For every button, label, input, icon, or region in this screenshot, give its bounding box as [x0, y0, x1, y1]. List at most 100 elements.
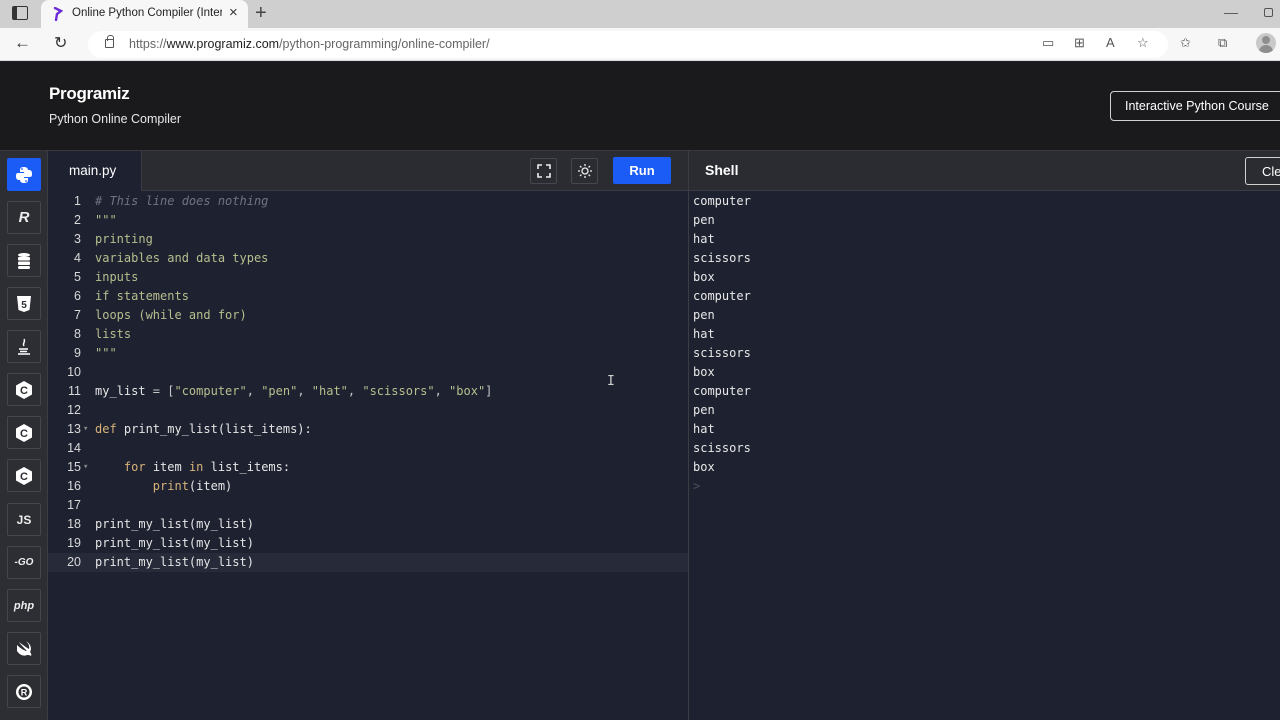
code-line[interactable]: 5 inputs	[48, 268, 688, 287]
lang-rust-button[interactable]: R	[7, 675, 41, 708]
lang-python-button[interactable]	[7, 158, 41, 191]
lock-icon[interactable]	[105, 35, 114, 48]
collections-icon[interactable]: ⧉	[1218, 35, 1227, 51]
run-button[interactable]: Run	[613, 157, 671, 184]
line-number: 19	[67, 536, 81, 550]
lang-c-button[interactable]: C	[7, 373, 41, 406]
js-icon: JS	[16, 512, 32, 527]
code-token-string: "pen"	[261, 384, 298, 398]
line-number: 13	[67, 422, 81, 436]
shell-output[interactable]: computer pen hat scissors box computer pen hat s…	[688, 191, 1280, 720]
code-line[interactable]: 2 """	[48, 211, 688, 230]
maximize-icon[interactable]	[1264, 8, 1273, 17]
code-line[interactable]: 16 print(item)	[48, 477, 688, 496]
lang-java-button[interactable]	[7, 330, 41, 363]
fold-toggle-icon[interactable]: ▾	[83, 420, 88, 439]
tab-actions-icon[interactable]	[12, 6, 28, 20]
code-line[interactable]: 14	[48, 439, 688, 458]
add-favorite-icon[interactable]: ☆	[1137, 35, 1149, 51]
device-icon[interactable]: ▭	[1042, 35, 1054, 51]
line-number: 2	[74, 213, 81, 227]
code-token-op: ,	[246, 384, 262, 398]
code-line[interactable]: 11 my_list = ["computer", "pen", "hat", "…	[48, 382, 688, 401]
code-token-string: "hat"	[311, 384, 348, 398]
code-token-string: loops (while and for)	[95, 308, 247, 322]
code-line[interactable]: 12	[48, 401, 688, 420]
code-line[interactable]: 7 loops (while and for)	[48, 306, 688, 325]
code-text: for item in list_items:	[95, 458, 290, 477]
output-line: hat	[693, 422, 715, 436]
code-line[interactable]: 17	[48, 496, 688, 515]
cpp-icon: C	[16, 423, 32, 442]
code-token-string: variables and data types	[95, 251, 269, 265]
address-bar: ← ↻ https://www.programiz.com/python-pro…	[0, 28, 1280, 61]
profile-avatar[interactable]	[1256, 33, 1276, 53]
tab-close-icon[interactable]: ×	[229, 4, 238, 21]
code-line[interactable]: 1 # This line does nothing	[48, 192, 688, 211]
code-token-keyword: in	[188, 460, 211, 474]
output-line: hat	[693, 232, 715, 246]
code-token-plain: print_my_list(my_list)	[95, 555, 254, 569]
rust-icon: R	[16, 683, 32, 700]
code-line[interactable]: 6 if statements	[48, 287, 688, 306]
code-token-op: = [	[152, 384, 175, 398]
lang-swift-button[interactable]	[7, 632, 41, 665]
code-line[interactable]: 8 lists	[48, 325, 688, 344]
code-token-plain: (item)	[188, 479, 233, 493]
code-line[interactable]: 9 """	[48, 344, 688, 363]
code-line[interactable]: 19 print_my_list(my_list)	[48, 534, 688, 553]
back-icon[interactable]: ←	[14, 33, 31, 53]
code-text: def print_my_list(list_items):	[95, 420, 312, 439]
reload-icon[interactable]: ↻	[54, 33, 67, 53]
line-number: 12	[67, 403, 81, 417]
output-line: scissors	[693, 346, 751, 360]
lang-html-button[interactable]: 5	[7, 287, 41, 320]
browser-tab[interactable]: Online Python Compiler (Interpreter) ×	[41, 0, 248, 28]
code-line[interactable]: 10	[48, 363, 688, 382]
theme-toggle-button[interactable]	[571, 158, 598, 184]
lang-cpp-button[interactable]: C	[7, 416, 41, 449]
programiz-logo[interactable]: Programiz	[49, 84, 130, 104]
svg-text:R: R	[21, 687, 28, 697]
line-number: 16	[67, 479, 81, 493]
new-tab-icon[interactable]: +	[255, 2, 267, 25]
read-aloud-icon[interactable]: A	[1106, 35, 1115, 50]
output-line: scissors	[693, 441, 751, 455]
code-line[interactable]: 20 print_my_list(my_list)	[48, 553, 688, 572]
interactive-course-button[interactable]: Interactive Python Course	[1110, 91, 1280, 121]
code-line[interactable]: 18 print_my_list(my_list)	[48, 515, 688, 534]
fullscreen-button[interactable]	[530, 158, 557, 184]
programiz-favicon-icon	[53, 7, 63, 21]
code-token-op: ,	[347, 384, 363, 398]
html5-icon: 5	[17, 295, 31, 312]
clear-button[interactable]: Clear	[1245, 157, 1280, 185]
code-line[interactable]: 3 printing	[48, 230, 688, 249]
lang-r-button[interactable]: R	[7, 201, 41, 234]
lang-php-button[interactable]: php	[7, 589, 41, 622]
favorites-icon[interactable]: ✩	[1180, 35, 1191, 51]
code-line[interactable]: 13 ▾ def print_my_list(list_items):	[48, 420, 688, 439]
code-text: print_my_list(my_list)	[95, 534, 254, 553]
code-text: if statements	[95, 287, 189, 306]
code-token-plain: list_items:	[210, 460, 291, 474]
file-tab-main-py[interactable]: main.py	[48, 151, 142, 191]
code-line[interactable]: 15 ▾ for item in list_items:	[48, 458, 688, 477]
code-token-keyword: for	[123, 460, 153, 474]
shell-prompt[interactable]: >	[693, 477, 700, 496]
url-field[interactable]: https://www.programiz.com/python-program…	[88, 31, 1168, 58]
lang-go-button[interactable]: -GO	[7, 546, 41, 579]
c-icon: C	[16, 380, 32, 399]
code-line[interactable]: 4 variables and data types	[48, 249, 688, 268]
python-icon	[16, 166, 32, 183]
lang-sql-button[interactable]	[7, 244, 41, 277]
lang-javascript-button[interactable]: JS	[7, 503, 41, 536]
code-text: printing	[95, 230, 153, 249]
url-text[interactable]: https://www.programiz.com/python-program…	[129, 37, 490, 51]
minimize-icon[interactable]: —	[1224, 4, 1238, 20]
lang-csharp-button[interactable]: C	[7, 459, 41, 492]
fold-toggle-icon[interactable]: ▾	[83, 458, 88, 477]
apps-icon[interactable]: ⊞	[1074, 35, 1085, 51]
code-token-comment: # This line does nothing	[95, 194, 269, 208]
code-editor[interactable]: I 1 # This line does nothing 2 """ 3 printing…	[48, 191, 688, 720]
page-subtitle: Python Online Compiler	[49, 112, 182, 126]
